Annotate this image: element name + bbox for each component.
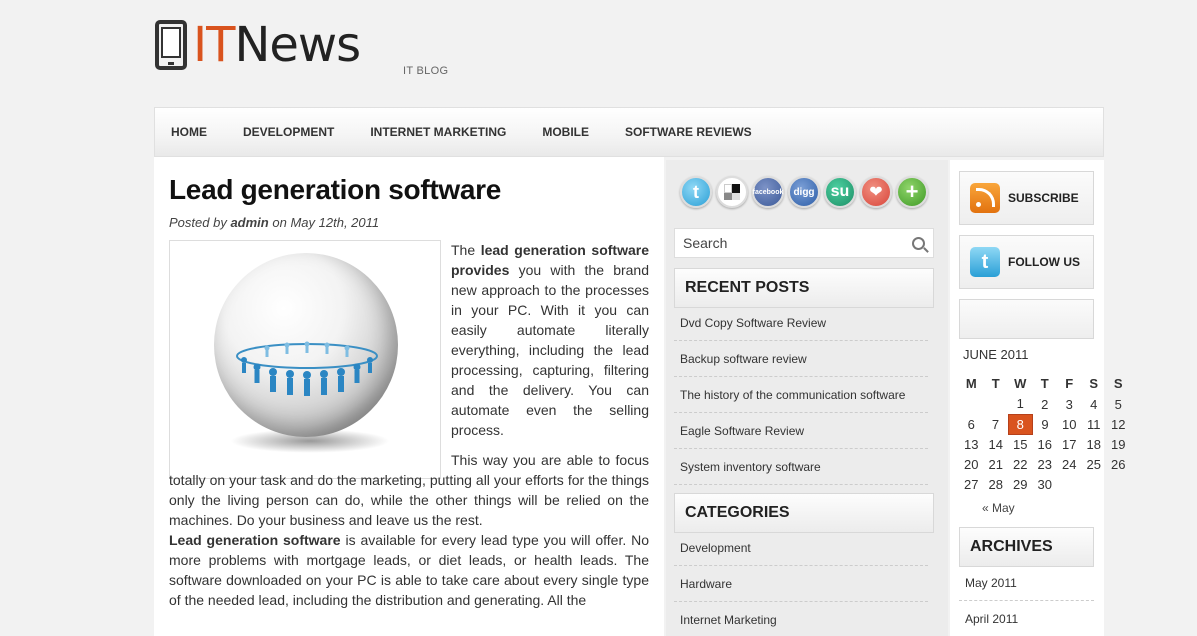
post-date: May 12th, 2011	[290, 215, 380, 230]
digg-icon[interactable]: digg	[788, 176, 820, 208]
calendar-day: 27	[964, 476, 979, 492]
calendar-day: 22	[1013, 456, 1028, 472]
calendar-day-header: W	[1014, 375, 1027, 391]
categories-title: CATEGORIES	[674, 493, 934, 533]
recent-post-item[interactable]: The history of the communication softwar…	[674, 377, 928, 413]
calendar-day-header: T	[991, 375, 1000, 391]
twitter-icon: t	[970, 247, 1000, 277]
post-title[interactable]: Lead generation software	[169, 174, 501, 206]
calendar-day: 20	[964, 456, 979, 472]
main-nav: HOME DEVELOPMENT INTERNET MARKETING MOBI…	[154, 107, 1104, 157]
calendar-day: 15	[1013, 436, 1028, 452]
post-paragraph-2: This way you are able to focus totally o…	[169, 452, 649, 528]
calendar-day	[1057, 474, 1082, 494]
calendar-day: 11	[1087, 416, 1101, 432]
calendar-day: 28	[988, 476, 1003, 492]
calendar-week: 20 21 22 23 24 25 26	[959, 454, 1131, 474]
calendar-day: 10	[1062, 416, 1077, 432]
search-input[interactable]	[683, 235, 912, 251]
category-item[interactable]: Internet Marketing	[674, 602, 928, 636]
search-icon[interactable]	[912, 236, 925, 250]
categories-list: Development Hardware Internet Marketing	[674, 530, 928, 636]
calendar-prev-month[interactable]: « May	[982, 501, 1015, 515]
calendar-table: M T W T F S S 1 2 3 4 5 6 7 8 9 10 11 12 13 14 15 16 17 1…	[959, 372, 1131, 494]
calendar-week: 6 7 8 9 10 11 12	[959, 413, 1131, 435]
post-body: The lead generation software provides yo…	[169, 240, 649, 620]
calendar-day-header: S	[1089, 375, 1099, 391]
calendar-day	[959, 394, 984, 414]
stumbleupon-icon[interactable]: su	[824, 176, 856, 208]
nav-internet-marketing[interactable]: INTERNET MARKETING	[370, 125, 506, 139]
calendar-day	[1106, 474, 1131, 494]
logo-text: ITNews	[193, 17, 361, 73]
archives-list: May 2011 April 2011	[959, 565, 1094, 636]
recent-post-item[interactable]: Dvd Copy Software Review	[674, 305, 928, 341]
calendar-day: 26	[1111, 456, 1126, 472]
nav-development[interactable]: DEVELOPMENT	[243, 125, 334, 139]
calendar-day: 6	[967, 416, 975, 432]
calendar-day: 14	[988, 436, 1003, 452]
calendar-day: 12	[1111, 416, 1126, 432]
subscribe-button[interactable]: SUBSCRIBE	[959, 171, 1094, 225]
calendar-week: 27 28 29 30	[959, 474, 1131, 494]
search-box	[674, 228, 934, 258]
calendar-day: 8	[1007, 413, 1033, 435]
calendar-day: 24	[1062, 456, 1077, 472]
category-item[interactable]: Development	[674, 530, 928, 566]
phone-icon	[155, 20, 187, 70]
archive-item[interactable]: April 2011	[959, 601, 1094, 636]
post-author[interactable]: admin	[230, 215, 268, 230]
nav-software-reviews[interactable]: SOFTWARE REVIEWS	[625, 125, 752, 139]
calendar-day-header: F	[1065, 375, 1074, 391]
nav-mobile[interactable]: MOBILE	[542, 125, 589, 139]
calendar-week: 13 14 15 16 17 18 19	[959, 434, 1131, 454]
calendar-day: 18	[1086, 436, 1101, 452]
category-item[interactable]: Hardware	[674, 566, 928, 602]
calendar-day: 7	[991, 416, 1000, 432]
calendar-day: 16	[1037, 436, 1052, 452]
calendar-day: 17	[1062, 436, 1077, 452]
archive-item[interactable]: May 2011	[959, 565, 1094, 601]
site-logo[interactable]: ITNews	[155, 17, 361, 73]
calendar-day: 30	[1037, 476, 1052, 492]
calendar-caption: JUNE 2011	[963, 347, 1029, 362]
delicious-icon[interactable]	[716, 176, 748, 208]
follow-us-button[interactable]: t FOLLOW US	[959, 235, 1094, 289]
nav-home[interactable]: HOME	[171, 125, 207, 139]
calendar-day: 5	[1114, 396, 1122, 412]
calendar-week: 1 23 45	[959, 394, 1131, 414]
site-tagline: IT BLOG	[403, 65, 449, 77]
post-meta: Posted by admin on May 12th, 2011	[169, 215, 380, 230]
post-paragraph-3: Lead generation software is available fo…	[169, 532, 650, 608]
calendar-day-header: T	[1040, 375, 1049, 391]
calendar-day: 1	[1016, 396, 1024, 412]
rss-icon	[970, 183, 1000, 213]
calendar-day: 29	[1013, 476, 1028, 492]
calendar-day	[1082, 474, 1107, 494]
calendar-day: 25	[1086, 456, 1101, 472]
calendar-day: 13	[964, 436, 979, 452]
recent-post-item[interactable]: System inventory software	[674, 449, 928, 485]
facebook-icon[interactable]: facebook	[752, 176, 784, 208]
share-plus-icon[interactable]: +	[896, 176, 928, 208]
recent-posts-title: RECENT POSTS	[674, 268, 934, 308]
recent-post-item[interactable]: Backup software review	[674, 341, 928, 377]
calendar-day-header: M	[965, 375, 977, 391]
calendar-day-header: S	[1113, 375, 1123, 391]
calendar-day: 3	[1065, 396, 1073, 412]
social-icons: t facebook digg su ❤ +	[680, 176, 932, 208]
calendar-day	[984, 394, 1009, 414]
favorite-heart-icon[interactable]: ❤	[860, 176, 892, 208]
calendar-day: 9	[1041, 416, 1049, 432]
empty-widget-box	[959, 299, 1094, 339]
calendar-day: 23	[1037, 456, 1052, 472]
calendar-day: 2	[1041, 396, 1049, 412]
twitter-icon[interactable]: t	[680, 176, 712, 208]
calendar-day: 4	[1090, 396, 1098, 412]
calendar-day: 19	[1111, 436, 1126, 452]
recent-posts-list: Dvd Copy Software Review Backup software…	[674, 305, 928, 485]
archives-title: ARCHIVES	[959, 527, 1094, 567]
calendar-day: 21	[988, 456, 1003, 472]
recent-post-item[interactable]: Eagle Software Review	[674, 413, 928, 449]
